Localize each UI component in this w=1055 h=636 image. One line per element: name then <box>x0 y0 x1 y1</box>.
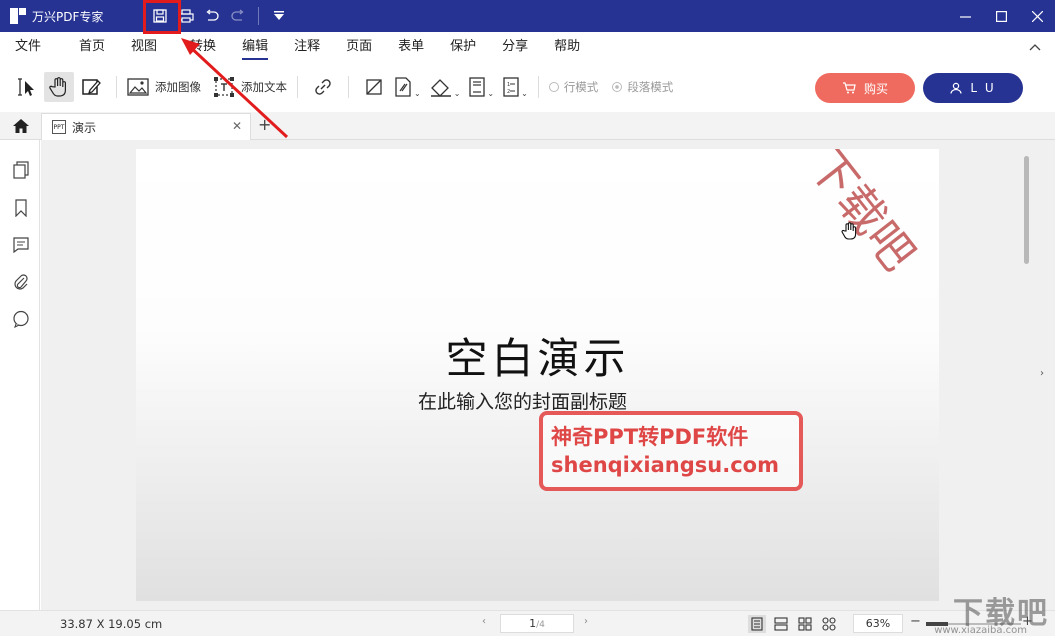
left-sidebar <box>0 140 40 610</box>
paragraph-mode-label: 段落模式 <box>627 80 674 94</box>
stamp-watermark: 神奇PPT转PDF软件 shenqixiangsu.com <box>539 411 803 491</box>
collapse-ribbon-icon[interactable] <box>1029 40 1041 55</box>
comment-icon[interactable] <box>12 235 30 255</box>
add-image-label: 添加图像 <box>155 80 201 94</box>
zoom-level-input[interactable]: 63% <box>853 614 903 633</box>
chevron-down-icon: ⌄ <box>414 88 421 98</box>
bates-number-dropdown[interactable]: 12 ⌄ <box>502 72 528 102</box>
user-label: L U <box>970 81 996 95</box>
header-footer-dropdown[interactable]: ⌄ <box>468 72 494 102</box>
user-account-button[interactable]: L U <box>923 73 1023 103</box>
menu-edit[interactable]: 编辑 <box>229 32 281 62</box>
save-highlight-box <box>143 0 181 34</box>
menu-protect[interactable]: 保护 <box>437 32 489 62</box>
menu-home[interactable]: 首页 <box>66 32 118 62</box>
ppt-file-icon: PPT <box>52 120 66 134</box>
radio-icon <box>612 82 623 92</box>
separator <box>537 76 539 98</box>
chevron-down-icon: ⌄ <box>521 88 528 98</box>
separator <box>348 76 349 98</box>
close-icon[interactable] <box>1019 0 1055 32</box>
redo-icon[interactable] <box>228 6 248 26</box>
app-logo-icon <box>10 8 26 24</box>
crop-icon[interactable] <box>359 72 389 102</box>
page-dimensions: 33.87 X 19.05 cm <box>60 617 163 631</box>
line-mode-label: 行模式 <box>563 80 599 94</box>
cart-icon <box>842 82 856 94</box>
page-number-input[interactable]: 1/4 <box>500 614 574 633</box>
status-bar: 33.87 X 19.05 cm ‹ 1/4 › 63% − + <box>0 610 1055 636</box>
title-bar: 万兴PDF专家 <box>0 0 1055 34</box>
chevron-down-icon: ⌄ <box>487 88 495 98</box>
separator <box>258 7 259 25</box>
continuous-view-icon[interactable] <box>772 615 790 633</box>
chevron-down-icon: ⌄ <box>453 88 461 98</box>
stamp-line-2: shenqixiangsu.com <box>551 453 779 477</box>
separator <box>116 76 117 98</box>
attachment-icon[interactable] <box>12 272 30 292</box>
new-tab-icon[interactable]: + <box>258 115 271 134</box>
minimize-icon[interactable] <box>947 0 983 32</box>
expand-right-panel-icon[interactable]: › <box>1040 368 1044 379</box>
svg-text:1: 1 <box>507 82 510 88</box>
bookmark-icon[interactable] <box>12 198 30 218</box>
document-tab[interactable]: PPT 演示 ✕ <box>41 113 251 140</box>
add-text-label: 添加文本 <box>241 80 287 94</box>
menu-view[interactable]: 视图 <box>118 32 170 62</box>
thumbnails-icon[interactable] <box>12 160 30 180</box>
link-icon[interactable] <box>308 72 338 102</box>
document-viewport: 空白演示 在此输入您的封面副标题 下载吧 神奇PPT转PDF软件 shenqix… <box>41 140 1055 610</box>
menu-form[interactable]: 表单 <box>385 32 437 62</box>
buy-label: 购买 <box>863 81 888 96</box>
add-image-button[interactable]: 添加图像 <box>127 72 201 102</box>
hand-tool[interactable] <box>44 72 74 102</box>
menu-file[interactable]: 文件 <box>0 32 54 62</box>
customize-dropdown-icon[interactable] <box>269 6 289 26</box>
corner-watermark: 下载吧 <box>798 149 926 281</box>
maximize-icon[interactable] <box>983 0 1019 32</box>
svg-text:2: 2 <box>507 89 510 95</box>
line-mode-radio[interactable]: 行模式 <box>548 72 613 102</box>
document-tab-bar: PPT 演示 ✕ + <box>0 112 1055 140</box>
menu-convert[interactable]: 转换 <box>170 32 229 62</box>
slide-subtitle: 在此输入您的封面副标题 <box>418 391 628 413</box>
menu-comment[interactable]: 注释 <box>281 32 333 62</box>
total-pages: /4 <box>536 620 545 630</box>
menu-help[interactable]: 帮助 <box>541 32 593 62</box>
separator <box>297 76 298 98</box>
background-dropdown[interactable]: ⌄ <box>429 72 461 102</box>
menu-page[interactable]: 页面 <box>333 32 385 62</box>
paragraph-mode-radio[interactable]: 段落模式 <box>612 72 687 102</box>
zoom-out-icon[interactable]: − <box>910 614 921 629</box>
next-page-icon[interactable]: › <box>584 616 588 627</box>
view-mode-group <box>748 615 838 633</box>
user-icon <box>950 82 962 94</box>
hand-cursor-icon <box>841 221 859 245</box>
stamp-line-1: 神奇PPT转PDF软件 <box>551 425 749 449</box>
vertical-scrollbar[interactable] <box>1024 156 1029 264</box>
slide-title: 空白演示 <box>445 334 630 383</box>
edit-object-tool[interactable] <box>76 72 106 102</box>
document-tab-title: 演示 <box>72 120 97 135</box>
search-bubble-icon[interactable] <box>12 309 30 329</box>
watermark-dropdown[interactable]: ⌄ <box>393 72 421 102</box>
radio-icon <box>548 82 559 92</box>
two-page-continuous-view-icon[interactable] <box>820 615 838 633</box>
select-text-tool[interactable] <box>12 72 42 102</box>
single-page-view-icon[interactable] <box>748 615 766 633</box>
previous-page-icon[interactable]: ‹ <box>482 616 486 627</box>
site-watermark-url: www.xiazaiba.com <box>934 625 1027 636</box>
menu-bar: 文件 首页 视图 转换 编辑 注释 页面 表单 保护 分享 帮助 <box>0 32 1055 62</box>
menu-share[interactable]: 分享 <box>489 32 541 62</box>
add-text-button[interactable]: 添加文本 <box>213 72 287 102</box>
close-tab-icon[interactable]: ✕ <box>232 119 242 133</box>
window-controls <box>947 0 1055 32</box>
pdf-page: 空白演示 在此输入您的封面副标题 下载吧 神奇PPT转PDF软件 shenqix… <box>136 149 939 601</box>
buy-button[interactable]: 购买 <box>815 73 915 103</box>
two-page-view-icon[interactable] <box>796 615 814 633</box>
undo-icon[interactable] <box>202 6 222 26</box>
app-title: 万兴PDF专家 <box>32 9 104 24</box>
edit-toolbar: 添加图像 添加文本 ⌄ ⌄ ⌄ 12 ⌄ 行模式 段落模式 购买 L U <box>0 62 1055 112</box>
home-icon[interactable] <box>8 116 34 136</box>
